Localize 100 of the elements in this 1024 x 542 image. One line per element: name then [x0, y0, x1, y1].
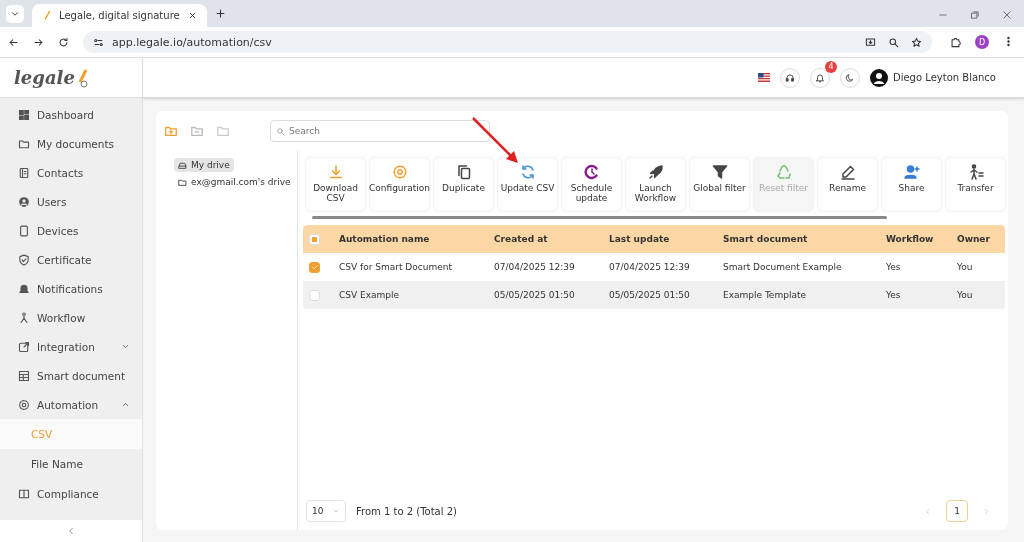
contact-book-icon — [18, 166, 30, 179]
select-all-checkbox[interactable] — [309, 233, 320, 245]
chevron-left-icon — [66, 526, 76, 536]
add-user-icon — [903, 164, 920, 180]
user-circle-icon — [18, 195, 30, 208]
table-cell-text: 05/05/2025 01:50 — [609, 290, 691, 300]
new-folder-icon — [164, 124, 178, 138]
avatar-icon[interactable] — [869, 68, 888, 87]
restore-icon — [970, 10, 980, 20]
check-icon — [310, 263, 319, 271]
book-icon — [18, 487, 30, 500]
row-checkbox[interactable] — [309, 261, 320, 273]
tablet-icon — [18, 224, 30, 237]
sidebar-item[interactable]: Smart document — [0, 361, 142, 390]
page-button[interactable]: 1 — [946, 500, 968, 522]
table-cell-text: CSV for Smart Document — [339, 262, 453, 272]
toolbar-button[interactable]: Share — [882, 158, 941, 211]
sidebar-item[interactable]: Compliance — [0, 479, 142, 508]
toolbar-button[interactable]: Rename — [818, 158, 877, 211]
sidebar-item[interactable]: Devices — [0, 216, 142, 245]
sidebar-item[interactable]: Contacts — [0, 158, 142, 187]
column-header: Workflow — [886, 234, 935, 244]
chevron-left-icon — [923, 506, 932, 516]
table-cell-text: 05/05/2025 01:50 — [494, 290, 576, 300]
profile-avatar[interactable]: D — [975, 35, 989, 49]
shield-icon — [18, 253, 30, 266]
zoom-icon — [888, 36, 899, 48]
sidebar-item[interactable]: Automation — [0, 390, 142, 419]
table-cell-text: Smart Document Example — [723, 262, 843, 272]
external-link-icon — [18, 340, 30, 353]
headset-icon — [784, 72, 795, 83]
site-settings-icon — [93, 36, 104, 48]
toolbar-button[interactable]: Download CSV — [306, 158, 365, 211]
column-header: Owner — [957, 234, 991, 244]
moon-icon — [844, 72, 855, 83]
toolbar-button[interactable]: Transfer — [946, 158, 1005, 211]
notification-count: 4 — [824, 60, 837, 73]
browser-tab[interactable]: Legale, digital signature — [32, 4, 207, 27]
table-cell-text: Example Template — [723, 290, 807, 300]
plus-icon — [215, 8, 226, 19]
close-icon — [188, 11, 197, 20]
hierarchy-icon — [18, 311, 30, 324]
sidebar-item[interactable]: Integration — [0, 332, 142, 361]
download-icon — [327, 164, 344, 180]
search-field[interactable]: Search — [270, 120, 490, 142]
sidebar-item[interactable]: Workflow — [0, 303, 142, 332]
notifications-button[interactable] — [809, 67, 830, 88]
column-header: Smart document — [723, 234, 809, 244]
sidebar-item[interactable]: Certificate — [0, 245, 142, 274]
tree-item[interactable]: ex@gmail.com's drive — [174, 175, 295, 189]
bell-icon — [18, 282, 30, 295]
sidebar-subitem[interactable]: File Name — [0, 449, 142, 479]
bell-icon — [814, 72, 825, 83]
forward-icon — [33, 36, 44, 48]
pagination-summary: From 1 to 2 (Total 2) — [356, 505, 457, 517]
gear-icon — [391, 164, 408, 180]
drive-icon — [178, 160, 187, 170]
address-bar[interactable]: app.legale.io/automation/csv — [83, 31, 932, 53]
toolbar-button[interactable]: Launch Workflow — [626, 158, 685, 211]
pen-icon — [42, 10, 53, 21]
sidebar-item[interactable]: Dashboard — [0, 100, 142, 129]
chevron-down-icon — [332, 507, 340, 515]
chevron-right-icon — [982, 506, 991, 516]
sidebar-item[interactable]: Notifications — [0, 274, 142, 303]
logo-text: legale — [14, 67, 75, 88]
grid-icon — [18, 108, 30, 121]
table-cell-text: 07/04/2025 12:39 — [609, 262, 691, 272]
table-cell-text: CSV Example — [339, 290, 401, 300]
page-size-select[interactable]: 10 — [306, 500, 346, 522]
back-icon — [8, 36, 19, 48]
toolbar-button[interactable]: Schedule update — [562, 158, 621, 211]
tree-item[interactable]: My drive — [174, 158, 234, 172]
recycle-icon — [775, 164, 792, 180]
pencil-icon — [839, 164, 856, 180]
clock-icon — [583, 164, 600, 180]
column-header: Created at — [494, 234, 549, 244]
walking-person-icon — [967, 164, 984, 180]
table-cell-text: Yes — [886, 262, 902, 272]
folder-icon — [216, 124, 230, 138]
star-icon — [911, 36, 922, 48]
sidebar-item[interactable]: My documents — [0, 129, 142, 158]
toolbar-button[interactable]: Global filter — [690, 158, 749, 211]
support-button[interactable] — [779, 67, 800, 88]
user-name[interactable]: Diego Leyton Blanco — [892, 72, 996, 83]
flag-icon[interactable] — [757, 73, 770, 82]
search-icon — [276, 127, 285, 136]
gear-icon — [18, 398, 30, 411]
table-cell-text: Yes — [886, 290, 902, 300]
move-folder-icon — [190, 124, 204, 138]
sidebar-item[interactable]: Users — [0, 187, 142, 216]
theme-button[interactable] — [839, 67, 860, 88]
toolbar-button[interactable]: Configuration — [370, 158, 429, 211]
chevron-down-icon — [10, 9, 20, 19]
toolbar-button[interactable]: Update CSV — [498, 158, 557, 211]
close-icon — [1002, 10, 1012, 20]
table-icon — [18, 369, 30, 382]
column-header: Automation name — [339, 234, 431, 244]
column-header: Last update — [609, 234, 671, 244]
row-checkbox[interactable] — [309, 289, 320, 301]
toolbar-button[interactable]: Duplicate — [434, 158, 493, 211]
